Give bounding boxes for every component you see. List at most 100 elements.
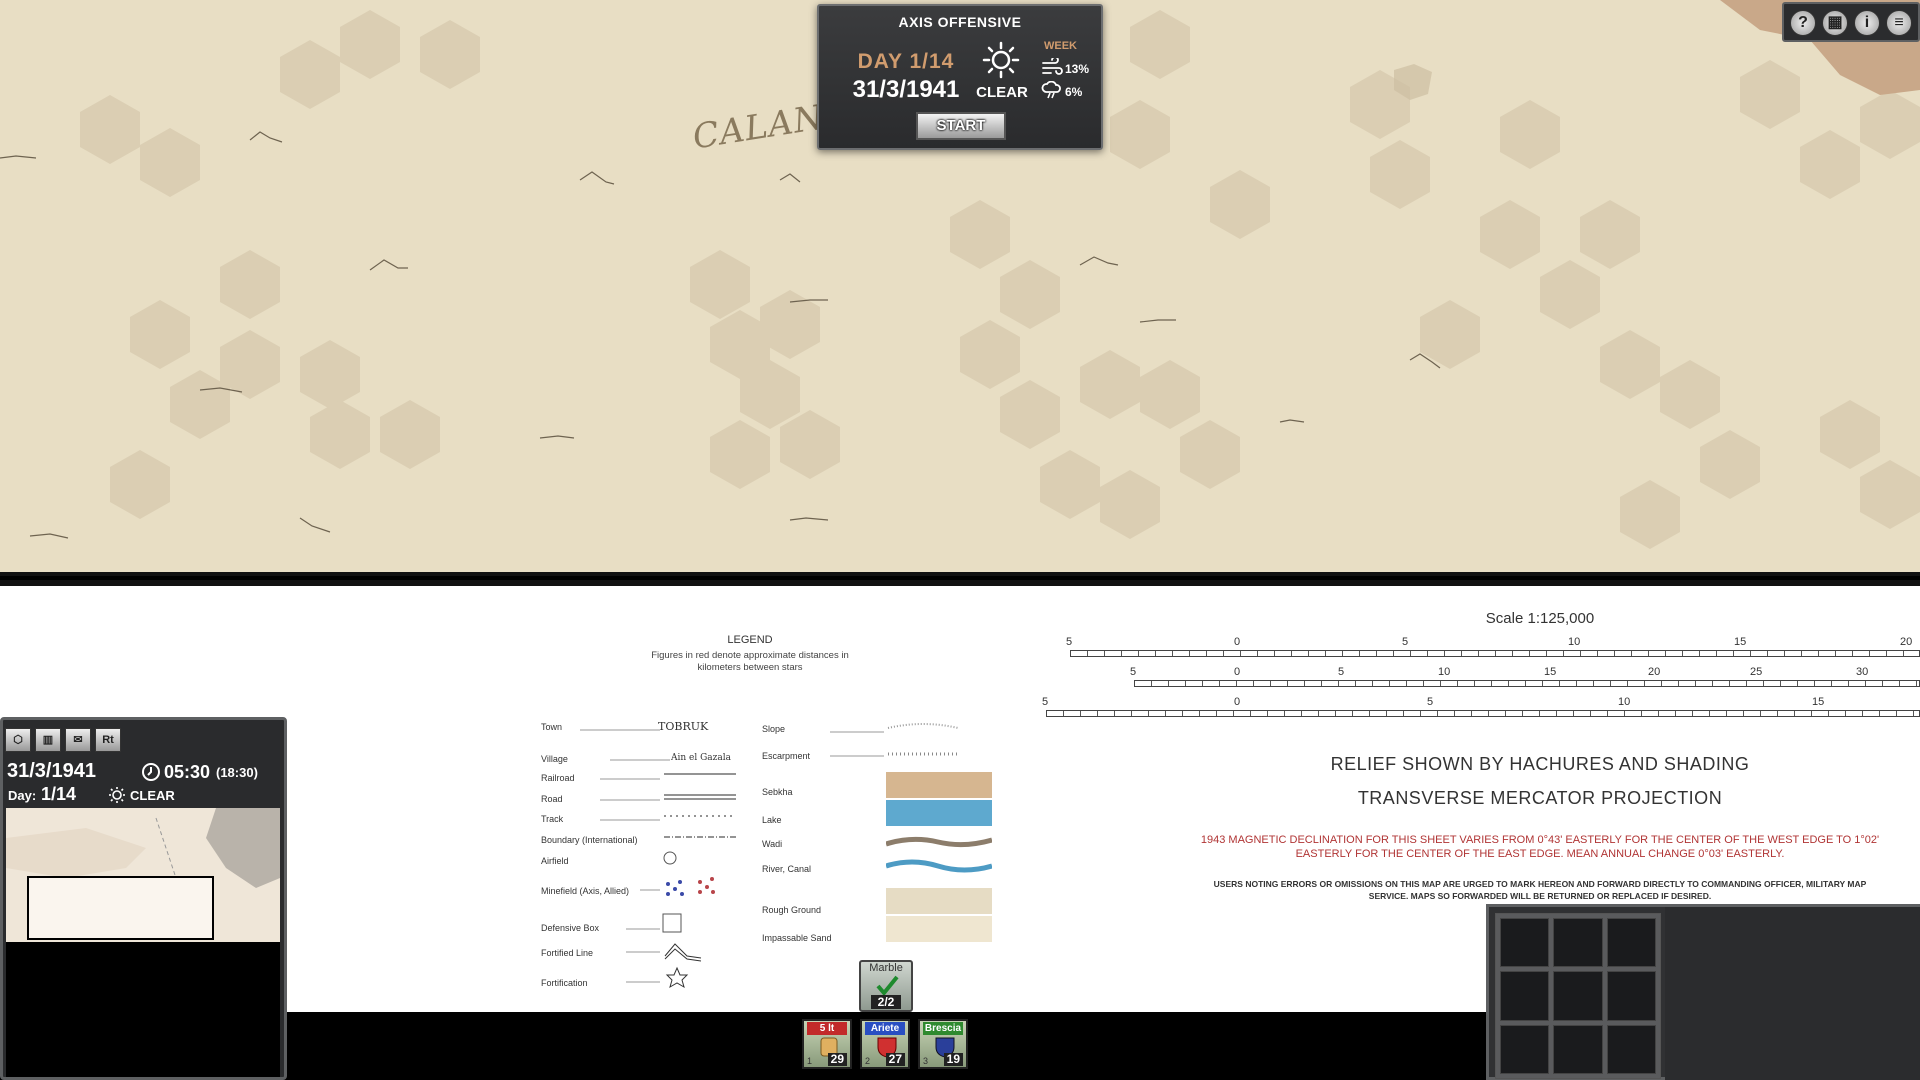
overview-panel: ⬡ ▥ ✉ Rt 31/3/1941 05:30 (18:30) Day: 1/… bbox=[0, 717, 287, 1080]
stack-slot[interactable] bbox=[1500, 918, 1550, 968]
scale-title: Scale 1:125,000 bbox=[1485, 610, 1595, 627]
unit-strength: 27 bbox=[885, 1053, 905, 1066]
scale-tick: 0 bbox=[1234, 696, 1241, 708]
scale-tick: 20 bbox=[1648, 666, 1661, 678]
rough-ground-swatch bbox=[886, 888, 992, 914]
scale-tick: 10 bbox=[1618, 696, 1631, 708]
unit-counter-brescia[interactable]: Brescia 3 19 bbox=[918, 1019, 968, 1069]
scale-tick: 5 bbox=[1042, 696, 1049, 708]
unit-name: Ariete bbox=[865, 1022, 905, 1035]
unit-counter-5lt[interactable]: 5 lt 1 29 bbox=[802, 1019, 852, 1069]
legend-item-lake: Lake bbox=[762, 815, 782, 825]
turn-phase-title: AXIS OFFENSIVE bbox=[898, 14, 1022, 30]
legend-symbols-slope bbox=[830, 723, 959, 733]
minimap[interactable] bbox=[6, 808, 280, 942]
marble-counter[interactable]: Marble 2/2 bbox=[859, 960, 913, 1012]
scale-tick: 5 bbox=[1427, 696, 1434, 708]
rain-cloud-icon bbox=[1041, 81, 1061, 99]
scale-tick: 30 bbox=[1856, 666, 1869, 678]
stack-slot[interactable] bbox=[1553, 1024, 1603, 1074]
impassable-sand-swatch bbox=[886, 916, 992, 942]
hex-grid-icon[interactable]: ⬡ bbox=[5, 728, 31, 752]
turn-day: DAY 1/14 bbox=[857, 50, 955, 73]
stack-slot[interactable] bbox=[1606, 918, 1656, 968]
scale-tick: 20 bbox=[1900, 636, 1913, 648]
unit-detail-area bbox=[1665, 907, 1920, 1080]
stack-slot[interactable] bbox=[1606, 1024, 1656, 1074]
legend-item-river-canal: River, Canal bbox=[762, 864, 812, 874]
unit-strength: 19 bbox=[943, 1053, 963, 1066]
legend-item-impassable-sand: Impassable Sand bbox=[762, 933, 832, 943]
unit-name: Brescia bbox=[923, 1022, 963, 1035]
scale-tick: 15 bbox=[1544, 666, 1557, 678]
legend-symbols-left bbox=[580, 729, 736, 989]
stack-slot[interactable] bbox=[1553, 971, 1603, 1021]
overview-empty-area bbox=[6, 942, 280, 1077]
unit-stack-panel bbox=[1486, 904, 1920, 1080]
unit-index: 1 bbox=[807, 1056, 813, 1066]
turn-date: 31/3/1941 bbox=[852, 76, 960, 103]
projection-note: TRANSVERSE MERCATOR PROJECTION bbox=[1357, 788, 1723, 808]
wind-icon bbox=[1042, 58, 1063, 75]
turn-panel: AXIS OFFENSIVE DAY 1/14 31/3/1941 CLEAR … bbox=[817, 4, 1103, 150]
unit-name: 5 lt bbox=[807, 1022, 847, 1035]
start-turn-button[interactable]: START bbox=[916, 112, 1006, 140]
rain-chance: 6% bbox=[1065, 85, 1083, 99]
map-divider bbox=[0, 572, 1920, 576]
overview-weather: CLEAR bbox=[130, 788, 175, 803]
scale-tick: 25 bbox=[1750, 666, 1763, 678]
scale-bar-yards bbox=[1046, 710, 1920, 717]
unit-strength: 29 bbox=[827, 1053, 847, 1066]
stack-grid bbox=[1495, 913, 1661, 1079]
info-icon[interactable]: i bbox=[1854, 10, 1880, 36]
stack-slot[interactable] bbox=[1553, 918, 1603, 968]
unit-index: 2 bbox=[865, 1056, 871, 1066]
scale-tick: 10 bbox=[1568, 636, 1581, 648]
week-forecast-label: WEEK bbox=[1044, 40, 1077, 52]
stack-slot[interactable] bbox=[1500, 971, 1550, 1021]
book-icon[interactable]: ▦ bbox=[1822, 10, 1848, 36]
overview-date: 31/3/1941 bbox=[7, 760, 96, 782]
scale-tick: 10 bbox=[1438, 666, 1451, 678]
help-icon[interactable]: ? bbox=[1790, 10, 1816, 36]
scale-tick: 15 bbox=[1812, 696, 1825, 708]
scale-tick: 5 bbox=[1338, 666, 1345, 678]
wadi-swatch bbox=[886, 836, 992, 848]
map-icon[interactable]: ▥ bbox=[35, 728, 61, 752]
menu-icon[interactable]: ≡ bbox=[1886, 10, 1912, 36]
legend-item-slope: Slope bbox=[762, 724, 786, 734]
scale-tick: 5 bbox=[1130, 666, 1137, 678]
top-right-toolbar: ? ▦ i ≡ bbox=[1782, 2, 1920, 42]
scale-tick: 5 bbox=[1402, 636, 1409, 648]
river-swatch bbox=[886, 859, 992, 873]
overview-day-label: Day: bbox=[8, 788, 37, 803]
declination-note: 1943 MAGNETIC DECLINATION FOR THIS SHEET… bbox=[1200, 834, 1880, 860]
unit-counter-ariete[interactable]: Ariete 2 27 bbox=[860, 1019, 910, 1069]
scale-tick: 5 bbox=[1066, 636, 1073, 648]
relief-note: RELIEF SHOWN BY HACHURES AND SHADING bbox=[1330, 754, 1750, 774]
legend-symbols-escarpment bbox=[830, 752, 958, 757]
lake-swatch bbox=[886, 800, 992, 826]
scale-bar-miles bbox=[1070, 650, 1920, 657]
stack-slot[interactable] bbox=[1500, 1024, 1550, 1074]
overview-toolbar: ⬡ ▥ ✉ Rt bbox=[5, 728, 121, 752]
minimap-viewport[interactable] bbox=[27, 876, 214, 940]
sebkha-swatch bbox=[886, 772, 992, 798]
wind-chance: 13% bbox=[1065, 62, 1090, 76]
overview-time: 05:30 bbox=[164, 762, 211, 782]
users-note: USERS NOTING ERRORS OR OMISSIONS ON THIS… bbox=[1213, 879, 1867, 901]
legend-note: Figures in red denote approximate distan… bbox=[651, 650, 849, 673]
clock-icon bbox=[142, 763, 160, 781]
unit-index: 3 bbox=[923, 1056, 929, 1066]
overview-time-remaining: (18:30) bbox=[216, 765, 258, 780]
legend-item-sebkha: Sebkha bbox=[762, 787, 793, 797]
route-button[interactable]: Rt bbox=[95, 728, 121, 752]
stack-slot[interactable] bbox=[1606, 971, 1656, 1021]
sun-icon bbox=[982, 41, 1020, 79]
scale-tick: 0 bbox=[1234, 666, 1241, 678]
scale-bar-kilometers bbox=[1134, 680, 1920, 687]
legend-item-wadi: Wadi bbox=[762, 839, 783, 849]
legend-title: LEGEND bbox=[727, 634, 773, 646]
mail-icon[interactable]: ✉ bbox=[65, 728, 91, 752]
marble-count: 2/2 bbox=[871, 995, 901, 1009]
